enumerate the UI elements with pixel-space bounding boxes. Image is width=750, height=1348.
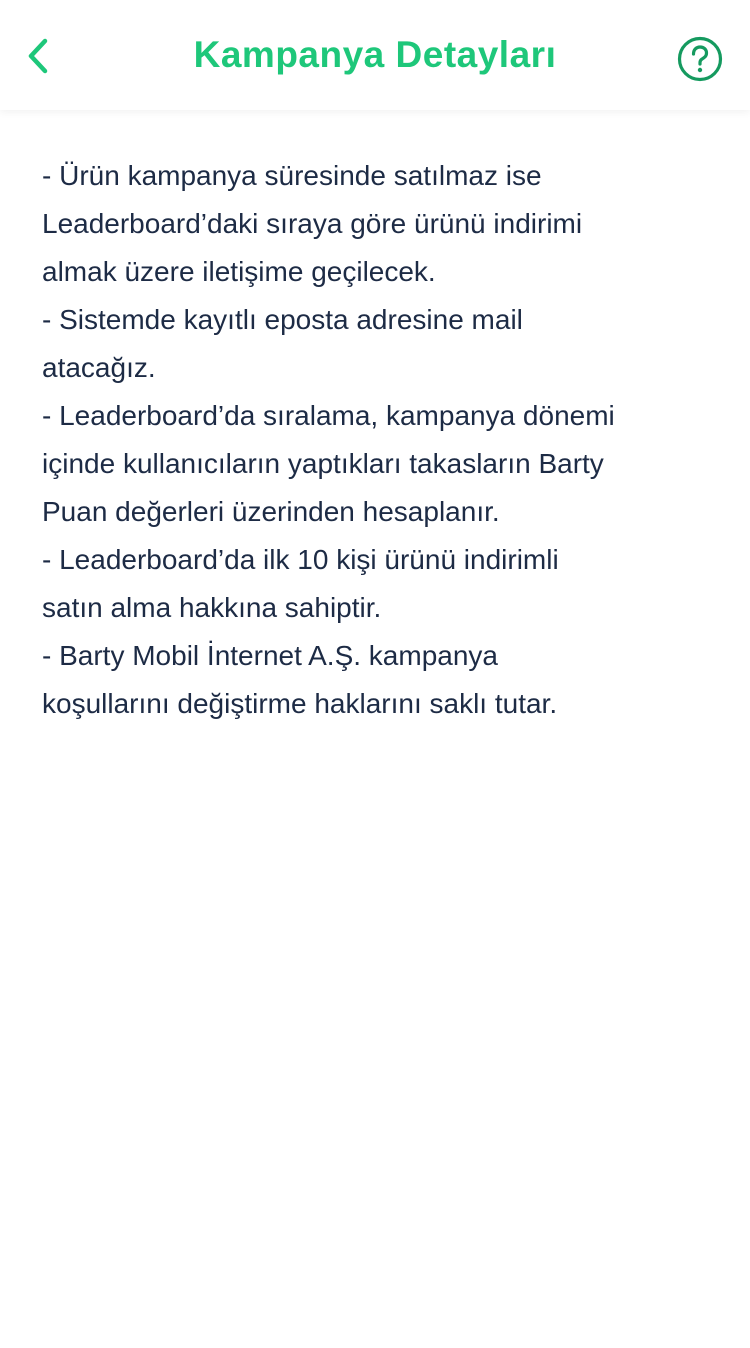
detail-line: - Sistemde kayıtlı eposta adresine mail: [42, 304, 523, 335]
detail-line: - Barty Mobil İnternet A.Ş. kampanya: [42, 640, 498, 671]
help-button[interactable]: [674, 33, 726, 85]
back-button[interactable]: [10, 28, 66, 84]
detail-line: almak üzere iletişime geçilecek.: [42, 256, 436, 287]
detail-line: - Leaderboard’da sıralama, kampanya döne…: [42, 400, 615, 431]
page-title: Kampanya Detayları: [193, 34, 557, 75]
detail-line: Puan değerleri üzerinden hesaplanır.: [42, 496, 500, 527]
campaign-details-text: - Ürün kampanya süresinde satılmaz ise L…: [42, 152, 712, 728]
detail-line: - Ürün kampanya süresinde satılmaz ise: [42, 160, 542, 191]
detail-line: Leaderboard’daki sıraya göre ürünü indir…: [42, 208, 583, 239]
top-navigation-bar: Kampanya Detayları: [0, 0, 750, 110]
detail-line: koşullarını değiştirme haklarını saklı t…: [42, 688, 558, 719]
detail-line: içinde kullanıcıların yaptıkları takasla…: [42, 448, 604, 479]
detail-line: - Leaderboard’da ilk 10 kişi ürünü indir…: [42, 544, 559, 575]
chevron-left-icon: [28, 38, 48, 74]
detail-line: satın alma hakkına sahiptir.: [42, 592, 382, 623]
question-circle-icon: [677, 36, 723, 82]
detail-line: atacağız.: [42, 352, 156, 383]
